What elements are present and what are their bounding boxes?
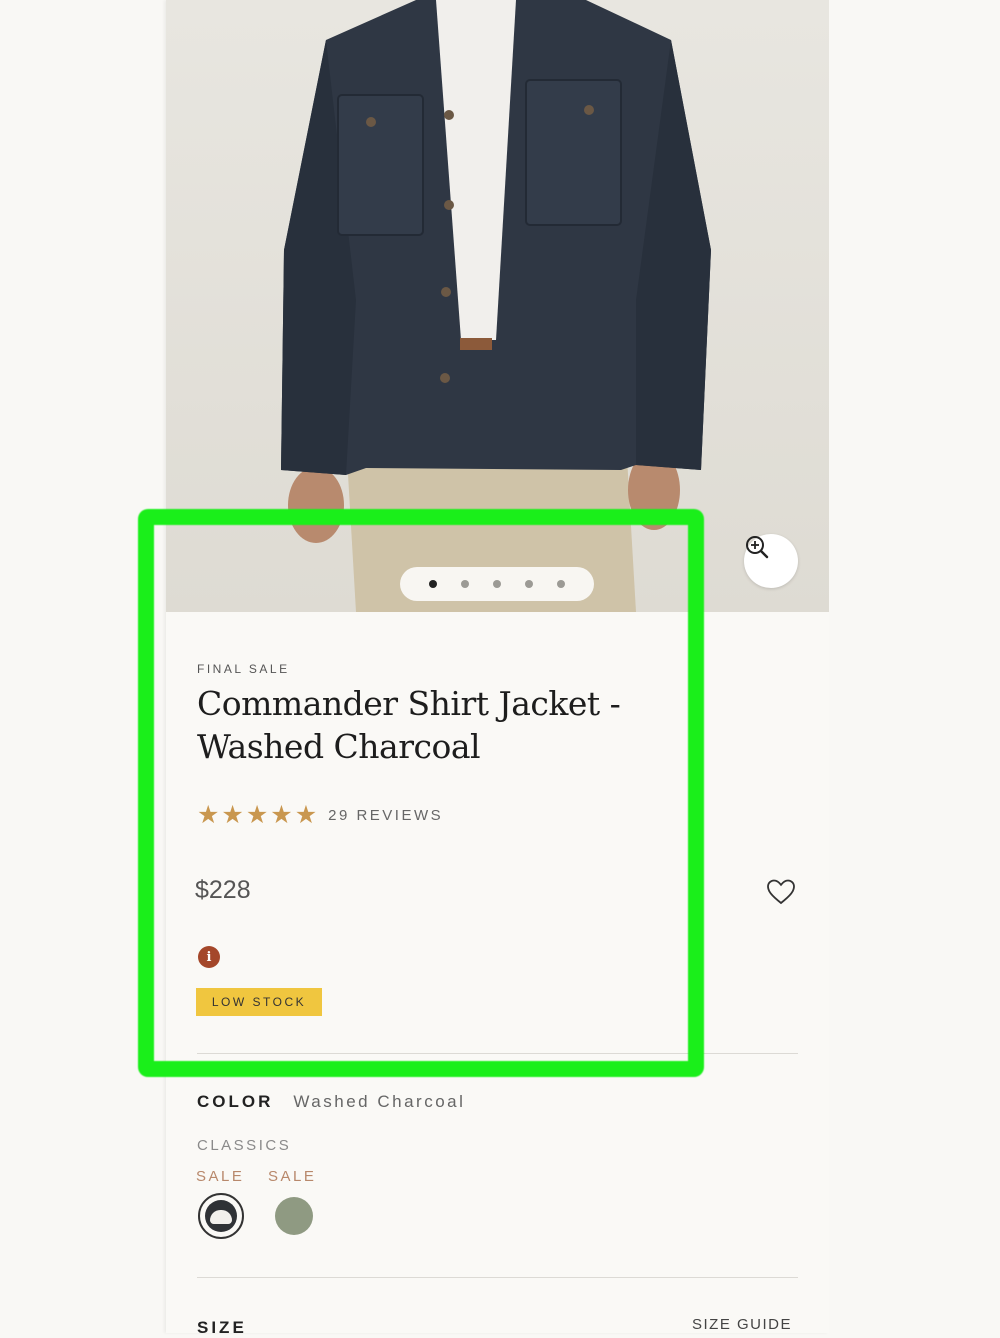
product-image[interactable] xyxy=(166,0,829,612)
selected-color-value: Washed Charcoal xyxy=(293,1092,466,1111)
model-photo xyxy=(281,0,711,612)
size-label: SIZE xyxy=(197,1318,247,1337)
star-icon: ★ xyxy=(245,801,269,829)
size-guide-link[interactable]: SIZE GUIDE xyxy=(692,1316,792,1333)
color-group-label: CLASSICS xyxy=(197,1137,292,1154)
star-icon: ★ xyxy=(294,801,318,829)
gallery-dot[interactable] xyxy=(493,580,501,588)
star-icon: ★ xyxy=(197,801,220,829)
color-swatch-olive[interactable] xyxy=(271,1193,317,1239)
reviews-link[interactable]: 29 REVIEWS xyxy=(328,807,443,824)
swatch-sale-label: SALE xyxy=(196,1168,245,1185)
swatch-fill xyxy=(275,1197,313,1235)
final-sale-label: FINAL SALE xyxy=(197,662,290,676)
product-title: Commander Shirt Jacket - Washed Charcoal xyxy=(197,684,621,766)
rating[interactable]: ★ ★ ★ ★ ★ 29 REVIEWS xyxy=(197,801,443,829)
gallery-dot[interactable] xyxy=(461,580,469,588)
gallery-pagination xyxy=(400,567,594,601)
swatch-pattern xyxy=(210,1210,232,1224)
color-selection: COLOR Washed Charcoal xyxy=(197,1092,465,1112)
low-stock-badge: LOW STOCK xyxy=(196,988,322,1016)
zoom-button[interactable] xyxy=(744,534,798,588)
wishlist-button[interactable] xyxy=(766,878,796,911)
heart-icon xyxy=(767,879,795,905)
color-label: COLOR xyxy=(197,1092,274,1111)
swatch-sale-label: SALE xyxy=(268,1168,317,1185)
divider xyxy=(197,1277,798,1278)
star-icon: ★ xyxy=(270,801,293,829)
gallery-dot[interactable] xyxy=(429,580,437,588)
color-swatch-washed-charcoal[interactable] xyxy=(198,1193,244,1239)
gallery-dot[interactable] xyxy=(525,580,533,588)
product-panel: FINAL SALE Commander Shirt Jacket - Wash… xyxy=(166,0,829,1337)
zoom-in-icon xyxy=(746,536,769,559)
star-icon: ★ xyxy=(221,801,244,829)
divider xyxy=(197,1053,798,1054)
gallery-dot[interactable] xyxy=(557,580,565,588)
price: $228 xyxy=(195,876,251,904)
info-icon[interactable]: i xyxy=(198,946,220,968)
